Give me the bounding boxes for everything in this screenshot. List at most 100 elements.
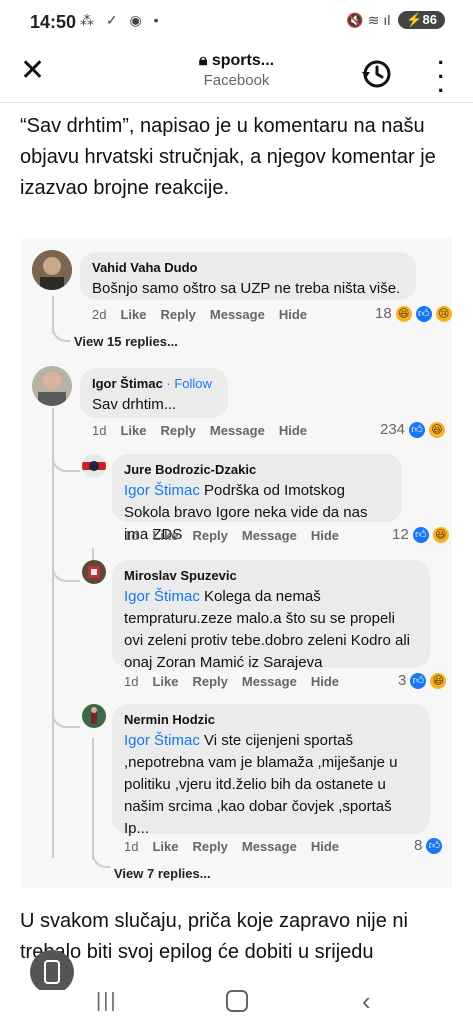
reaction-count: 3 — [398, 672, 407, 689]
signal-icons: 🔇 ≋ ıl — [346, 11, 391, 28]
comment-actions: 2d Like Reply Message Hide — [92, 307, 307, 322]
reply-actions: 1d Like Reply Message Hide — [124, 674, 339, 689]
status-right: 🔇 ≋ ıl ⚡86 — [346, 11, 445, 29]
history-icon[interactable] — [361, 58, 393, 95]
comment-bubble: Igor Štimac · Follow Sav drhtim... — [80, 368, 228, 418]
more-options-icon[interactable]: · · · — [438, 52, 445, 102]
avatar[interactable] — [32, 250, 72, 290]
status-bar: 14:50 ⁂ ✓ ◉ • 🔇 ≋ ıl ⚡86 — [0, 0, 473, 44]
battery-badge: ⚡86 — [398, 11, 445, 29]
back-icon[interactable]: ‹ — [362, 986, 371, 1017]
reaction-summary[interactable]: 18 😆︎ 👍︎ 😢︎ — [375, 305, 452, 322]
haha-icon: 😆︎ — [395, 305, 412, 322]
reply-bubble: Jure Bodrozic-Dzakic Igor Štimac Podrška… — [112, 454, 402, 543]
reaction-summary[interactable]: 3 👍︎ 😆︎ — [398, 672, 447, 689]
browser-toolbar: ✕ 🔒︎ sports... Facebook · · · — [0, 44, 473, 103]
thread-line — [92, 738, 94, 860]
like-button[interactable]: Like — [120, 307, 146, 322]
comment-author[interactable]: Vahid Vaha Dudo — [92, 260, 404, 275]
reaction-count: 234 — [380, 421, 406, 438]
thread-curve — [52, 704, 80, 728]
avatar[interactable] — [82, 560, 106, 584]
reply-button[interactable]: Reply — [192, 839, 227, 854]
thread-line — [52, 408, 54, 858]
phone-icon[interactable] — [30, 950, 74, 994]
avatar[interactable] — [32, 366, 72, 406]
reply-actions: 1d Like Reply Message Hide — [124, 528, 339, 543]
comment-bubble: Vahid Vaha Dudo Bošnjo samo oštro sa UZP… — [80, 252, 416, 300]
like-icon: 👍︎ — [409, 421, 426, 438]
reaction-summary[interactable]: 234 👍︎ 😆︎ — [380, 421, 446, 438]
message-button[interactable]: Message — [210, 307, 265, 322]
thread-curve — [92, 850, 110, 868]
page-title: 🔒︎ sports... — [198, 52, 275, 69]
reaction-summary[interactable]: 8 👍︎ — [414, 837, 443, 854]
view-replies-link[interactable]: View 7 replies... — [114, 866, 211, 881]
avatar[interactable] — [82, 704, 106, 728]
reply-button[interactable]: Reply — [160, 307, 195, 322]
thread-curve — [52, 324, 70, 342]
message-button[interactable]: Message — [242, 839, 297, 854]
like-icon: 👍︎ — [426, 837, 443, 854]
system-nav-bar: ||| ‹ — [0, 986, 473, 1024]
haha-icon: 😆︎ — [429, 421, 446, 438]
message-button[interactable]: Message — [210, 423, 265, 438]
comment-actions: 1d Like Reply Message Hide — [92, 423, 307, 438]
home-icon[interactable] — [226, 990, 248, 1012]
reply-age: 1d — [124, 839, 139, 854]
mention-link[interactable]: Igor Štimac — [124, 732, 200, 749]
notification-icons: ⁂ ✓ ◉ • — [80, 12, 163, 28]
reaction-summary[interactable]: 12 👍︎ 😆︎ — [392, 526, 449, 543]
reply-age: 1d — [124, 528, 139, 543]
hide-button[interactable]: Hide — [279, 307, 307, 322]
page-title-block: 🔒︎ sports... Facebook — [0, 52, 473, 89]
reply-button[interactable]: Reply — [192, 528, 227, 543]
like-icon: 👍︎ — [410, 672, 427, 689]
reply-button[interactable]: Reply — [192, 674, 227, 689]
hide-button[interactable]: Hide — [311, 528, 339, 543]
article-paragraph: U svakom slučaju, priča koje zapravo nij… — [20, 910, 408, 963]
thread-curve — [52, 448, 80, 472]
mention-link[interactable]: Igor Štimac — [124, 482, 200, 499]
like-button[interactable]: Like — [152, 839, 178, 854]
article-paragraph: “Sav drhtim”, napisao je u komentaru na … — [20, 115, 436, 199]
reply-author[interactable]: Miroslav Spuzevic — [124, 568, 418, 583]
reaction-count: 12 — [392, 526, 409, 543]
hide-button[interactable]: Hide — [311, 839, 339, 854]
hide-button[interactable]: Hide — [311, 674, 339, 689]
reply-actions: 1d Like Reply Message Hide — [124, 839, 339, 854]
reaction-count: 18 — [375, 305, 392, 322]
status-time: 14:50 — [30, 12, 77, 32]
reply-bubble: Miroslav Spuzevic Igor Štimac Kolega da … — [112, 560, 430, 671]
sad-icon: 😢︎ — [435, 305, 452, 322]
follow-button[interactable]: · Follow — [166, 376, 212, 391]
comment-author[interactable]: Igor Štimac · Follow — [92, 376, 216, 391]
comment-age: 2d — [92, 307, 107, 322]
message-button[interactable]: Message — [242, 674, 297, 689]
like-icon: 👍︎ — [415, 305, 432, 322]
comment-text: Bošnjo samo oštro sa UZP ne treba ništa … — [92, 280, 401, 297]
haha-icon: 😆︎ — [432, 526, 449, 543]
reply-button[interactable]: Reply — [160, 423, 195, 438]
haha-icon: 😆︎ — [430, 672, 447, 689]
reply-text: Igor Štimac Kolega da nemaš tempraturu.z… — [124, 588, 411, 671]
reply-age: 1d — [124, 674, 139, 689]
like-button[interactable]: Like — [152, 674, 178, 689]
lock-icon: 🔒︎ — [198, 52, 208, 69]
mention-link[interactable]: Igor Štimac — [124, 588, 200, 605]
reply-author[interactable]: Nermin Hodzic — [124, 712, 418, 727]
message-button[interactable]: Message — [242, 528, 297, 543]
avatar[interactable] — [82, 454, 106, 478]
like-button[interactable]: Like — [152, 528, 178, 543]
comment-age: 1d — [92, 423, 107, 438]
page-subtitle: Facebook — [203, 72, 270, 89]
view-replies-link[interactable]: View 15 replies... — [74, 334, 178, 349]
hide-button[interactable]: Hide — [279, 423, 307, 438]
reply-bubble: Nermin Hodzic Igor Štimac Vi ste cijenje… — [112, 704, 430, 837]
comments-embed: Vahid Vaha Dudo Bošnjo samo oštro sa UZP… — [22, 238, 452, 888]
like-button[interactable]: Like — [120, 423, 146, 438]
recent-apps-icon[interactable]: ||| — [96, 990, 118, 1013]
thread-curve — [52, 558, 80, 582]
reply-text: Igor Štimac Vi ste cijenjeni sportaš ,ne… — [124, 732, 398, 837]
reply-author[interactable]: Jure Bodrozic-Dzakic — [124, 462, 390, 477]
